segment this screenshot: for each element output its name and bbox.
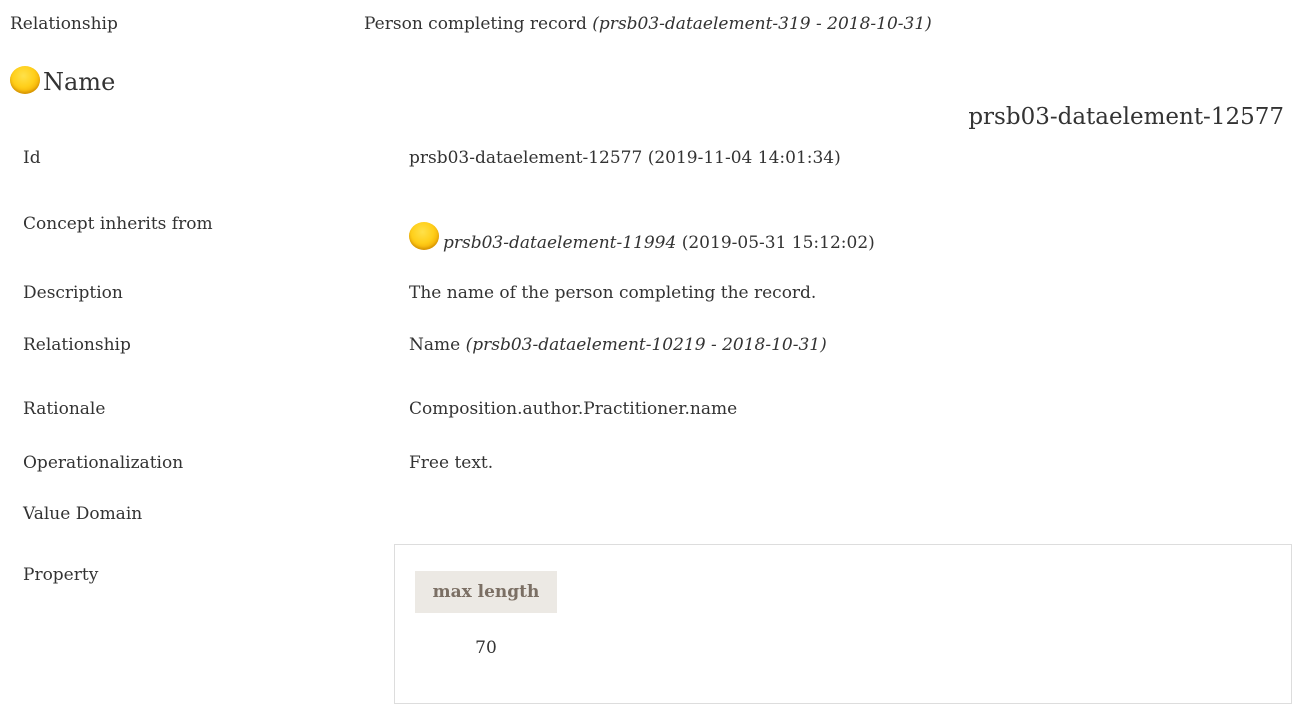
concept-id-header: prsb03-dataelement-12577 <box>968 104 1284 130</box>
field-value-rationale: Composition.author.Practitioner.name <box>409 399 738 419</box>
parent-relationship-value: Person completing record (prsb03-dataele… <box>364 9 932 39</box>
field-label-id: Id <box>23 148 41 168</box>
field-row-operationalization: Operationalization Free text. <box>0 448 1307 478</box>
field-value-operationalization: Free text. <box>409 453 494 473</box>
property-column-value: 70 <box>475 638 497 658</box>
relationship-text: Name <box>409 335 461 355</box>
field-row-description: Description The name of the person compl… <box>0 278 1307 308</box>
parent-relationship-label: Relationship <box>10 14 118 34</box>
property-column-header: max length <box>415 571 557 613</box>
field-label-property: Property <box>23 565 99 585</box>
field-row-value-domain: Value Domain <box>0 499 1307 529</box>
field-row-inherits-value: prsb03-dataelement-11994 (2019-05-31 15:… <box>0 222 1307 256</box>
inherits-date: (2019-05-31 15:12:02) <box>681 233 875 253</box>
field-label-rationale: Rationale <box>23 399 106 419</box>
field-value-id: prsb03-dataelement-12577 (2019-11-04 14:… <box>409 148 841 168</box>
parent-relationship-row: Relationship Person completing record (p… <box>0 9 1307 39</box>
concept-title: Name <box>43 68 116 96</box>
concept-heading: Name <box>10 64 115 100</box>
field-label-relationship: Relationship <box>23 335 131 355</box>
parent-relationship-ref: (prsb03-dataelement-319 - 2018-10-31) <box>592 14 932 34</box>
inherited-concept-orb-icon <box>409 222 439 250</box>
field-label-value-domain: Value Domain <box>23 504 143 524</box>
field-label-operationalization: Operationalization <box>23 453 184 473</box>
field-row-relationship: Relationship Name (prsb03-dataelement-10… <box>0 330 1307 360</box>
field-value-relationship: Name (prsb03-dataelement-10219 - 2018-10… <box>409 330 827 360</box>
concept-orb-icon <box>10 66 40 94</box>
relationship-ref: (prsb03-dataelement-10219 - 2018-10-31) <box>465 335 827 355</box>
parent-relationship-text: Person completing record <box>364 14 587 34</box>
field-label-description: Description <box>23 283 123 303</box>
inherits-link[interactable]: prsb03-dataelement-11994 <box>443 233 676 253</box>
field-value-inherits: prsb03-dataelement-11994 (2019-05-31 15:… <box>409 222 875 260</box>
property-table: max length 70 <box>394 544 1292 704</box>
field-value-description: The name of the person completing the re… <box>409 283 817 303</box>
field-row-id: Id prsb03-dataelement-12577 (2019-11-04 … <box>0 143 1307 173</box>
field-row-rationale: Rationale Composition.author.Practitione… <box>0 394 1307 424</box>
